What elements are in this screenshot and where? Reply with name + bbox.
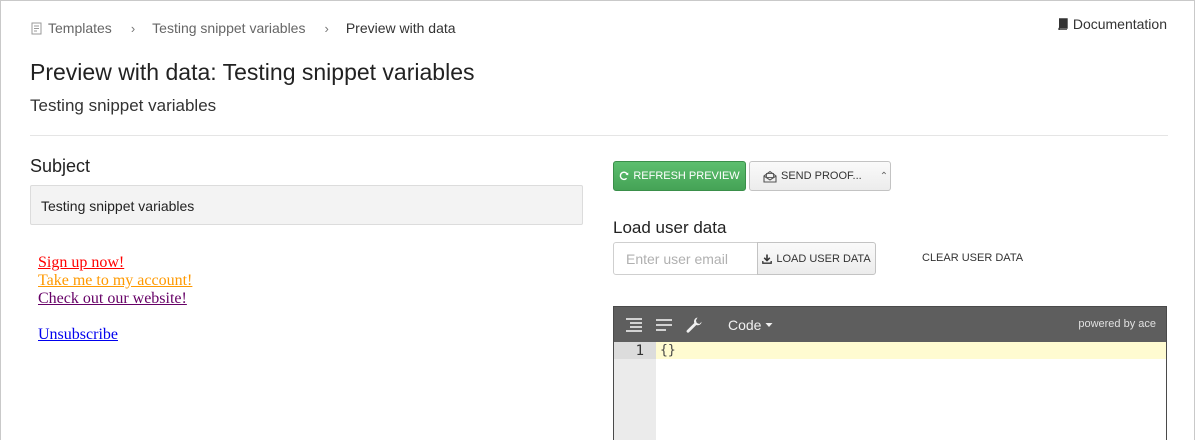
page-subtitle: Testing snippet variables: [30, 96, 217, 115]
send-proof-button[interactable]: SEND PROOF... ⌃: [749, 161, 891, 191]
chevron-right-icon: ›: [324, 20, 329, 36]
unsubscribe-link[interactable]: Unsubscribe: [38, 326, 192, 344]
template-icon: [31, 22, 42, 34]
load-user-data-label: LOAD USER DATA: [776, 252, 871, 265]
chevron-right-icon: ›: [130, 20, 136, 36]
breadcrumb-templates[interactable]: Templates: [31, 20, 112, 36]
book-icon: [1058, 18, 1068, 30]
editor-toolbar: Code powered by ace: [614, 307, 1166, 342]
send-proof-label: SEND PROOF...: [781, 170, 862, 182]
code-editor: Code powered by ace 1 {}: [613, 306, 1167, 440]
user-email-input[interactable]: [613, 242, 758, 275]
breadcrumb-current: Preview with data: [345, 20, 456, 36]
refresh-preview-button[interactable]: REFRESH PREVIEW: [613, 161, 746, 191]
documentation-label: Documentation: [1072, 16, 1167, 32]
indent-icon[interactable]: [624, 315, 644, 335]
code-content: {}: [660, 343, 676, 358]
line-number: 1: [635, 343, 644, 359]
editor-code-area[interactable]: 1 {}: [614, 342, 1166, 440]
powered-by-label: powered by ace: [1078, 318, 1156, 330]
line-gutter: 1: [614, 342, 656, 440]
mode-label: Code: [728, 316, 762, 333]
clear-user-data-button[interactable]: CLEAR USER DATA: [922, 252, 1023, 264]
page-title: Preview with data: Testing snippet varia…: [30, 59, 475, 85]
load-user-data-heading: Load user data: [613, 218, 727, 237]
caret-down-icon: [765, 322, 773, 327]
breadcrumb-label: Templates: [48, 20, 112, 36]
account-link[interactable]: Take me to my account!: [38, 272, 192, 290]
email-preview: Sign up now! Take me to my account! Chec…: [38, 254, 192, 344]
refresh-icon: [620, 171, 629, 181]
refresh-preview-label: REFRESH PREVIEW: [633, 170, 740, 182]
download-icon: [762, 254, 773, 264]
divider: [30, 135, 1168, 136]
breadcrumb-template-name[interactable]: Testing snippet variables: [152, 20, 305, 36]
chevron-up-icon: ⌃: [879, 170, 889, 182]
breadcrumb: Templates › Testing snippet variables › …: [31, 20, 456, 36]
active-line-highlight: [656, 342, 1166, 359]
wrench-icon[interactable]: [684, 315, 704, 335]
website-link[interactable]: Check out our website!: [38, 290, 192, 308]
mode-dropdown[interactable]: Code: [728, 317, 773, 333]
load-user-data-button[interactable]: LOAD USER DATA: [757, 242, 876, 275]
signup-link[interactable]: Sign up now!: [38, 254, 192, 272]
subject-field: Testing snippet variables: [30, 185, 583, 225]
align-left-icon[interactable]: [654, 315, 674, 335]
documentation-link[interactable]: Documentation: [1057, 16, 1167, 32]
subject-label: Subject: [30, 156, 91, 176]
envelope-open-icon: [763, 170, 777, 183]
